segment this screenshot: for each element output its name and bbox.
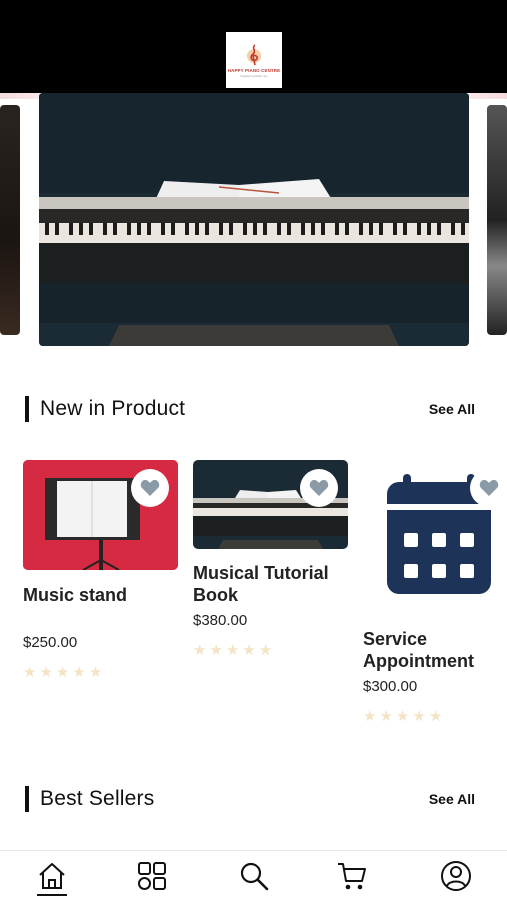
carousel-slide-next[interactable] (487, 105, 507, 335)
cart-icon (338, 863, 366, 890)
product-name[interactable]: Music stand (23, 584, 127, 606)
star-icon: ★ (72, 664, 86, 681)
star-icon: ★ (55, 664, 70, 681)
star-icon: ★ (39, 664, 53, 681)
search-icon (240, 862, 269, 891)
star-icon: ★ (225, 642, 240, 659)
logo-tagline: Supplying Music Joy (240, 73, 268, 78)
bottom-navigation (0, 850, 507, 900)
product-name[interactable]: Musical Tutorial Book (193, 562, 353, 606)
best-sellers-title-wrap: Best Sellers (25, 786, 154, 812)
favorite-button[interactable] (300, 469, 338, 507)
heart-icon (140, 479, 160, 496)
best-sellers-title: Best Sellers (40, 787, 155, 810)
new-products-see-all-link[interactable]: See All (429, 401, 475, 417)
star-icon: ★ (363, 708, 377, 725)
product-card-tutorial-book[interactable]: Musical Tutorial Book $380.00 ★ ★ ★ ★ ★ (193, 460, 348, 690)
star-icon: ★ (428, 708, 443, 725)
product-card-music-stand[interactable]: Music stand $250.00 ★ ★ ★ ★ ★ (23, 460, 178, 690)
categories-icon (138, 862, 166, 890)
profile-icon (441, 861, 471, 891)
product-price: $300.00 (363, 678, 418, 695)
star-icon: ★ (209, 642, 223, 659)
product-card-service-appointment[interactable]: Service Appointment $300.00 ★ ★ ★ ★ ★ (363, 460, 507, 730)
active-tab-indicator (37, 894, 67, 896)
product-name-line1: Musical Tutorial (193, 563, 329, 583)
rating-stars: ★ ★ ★ ★ ★ (23, 665, 102, 680)
star-icon: ★ (193, 642, 207, 659)
rating-stars: ★ ★ ★ ★ ★ (363, 709, 442, 724)
nav-profile[interactable] (439, 859, 473, 893)
treble-clef-logo-icon (247, 43, 261, 65)
star-icon: ★ (412, 708, 426, 725)
nav-cart[interactable] (335, 859, 369, 893)
nav-categories[interactable] (135, 859, 169, 893)
section-accent-bar (25, 396, 29, 422)
logo-brand-text: HAPPY PIANO CENTRE (227, 67, 281, 73)
star-icon: ★ (23, 664, 37, 681)
rating-stars: ★ ★ ★ ★ ★ (193, 643, 272, 658)
hero-carousel[interactable] (0, 93, 507, 353)
product-price: $250.00 (23, 634, 78, 651)
nav-home[interactable] (35, 859, 69, 893)
best-sellers-header: Best Sellers See All (25, 785, 485, 813)
best-sellers-see-all-link[interactable]: See All (429, 791, 475, 807)
product-price: $380.00 (193, 612, 248, 629)
heart-icon (309, 479, 329, 496)
new-products-title: New in Product (40, 397, 186, 420)
product-name[interactable]: Service Appointment (363, 628, 507, 672)
section-accent-bar (25, 786, 29, 812)
star-icon: ★ (395, 708, 410, 725)
new-products-title-wrap: New in Product (25, 396, 185, 422)
app-header: HAPPY PIANO CENTRE Supplying Music Joy (0, 0, 507, 93)
star-icon: ★ (258, 642, 273, 659)
nav-search[interactable] (237, 859, 271, 893)
product-name-line1: Service (363, 629, 428, 649)
favorite-button[interactable] (470, 469, 507, 507)
piano-photo (39, 93, 469, 346)
favorite-button[interactable] (131, 469, 169, 507)
brand-logo[interactable]: HAPPY PIANO CENTRE Supplying Music Joy (226, 32, 282, 88)
product-name-line2: Book (193, 585, 238, 605)
home-icon (39, 863, 65, 889)
product-name-line2: Appointment (363, 651, 474, 671)
new-products-header: New in Product See All (25, 395, 485, 423)
carousel-slide-current[interactable] (39, 93, 469, 346)
carousel-slide-prev[interactable] (0, 105, 20, 335)
star-icon: ★ (242, 642, 256, 659)
star-icon: ★ (88, 664, 103, 681)
star-icon: ★ (379, 708, 393, 725)
heart-icon (479, 479, 499, 496)
